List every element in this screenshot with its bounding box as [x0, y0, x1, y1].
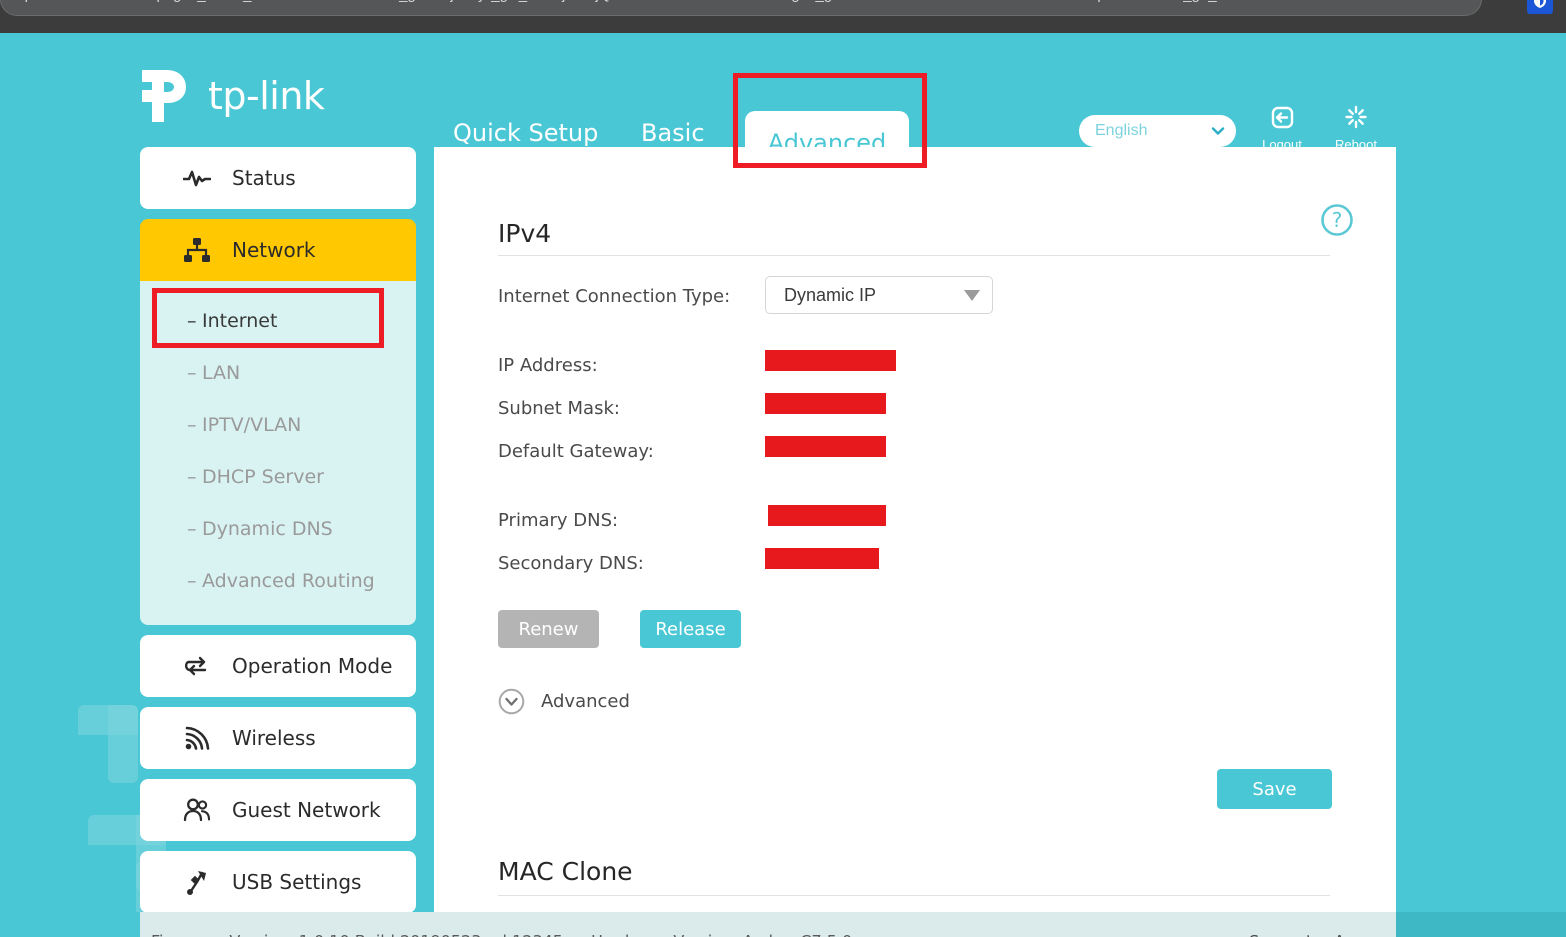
logout-icon — [1251, 105, 1313, 135]
sidebar-subitem-dynamic-dns[interactable]: – Dynamic DNS — [140, 503, 416, 555]
svg-text:?: ? — [1332, 208, 1343, 232]
sidebar-item-label: Wireless — [232, 726, 316, 750]
support-link[interactable]: Support — [1249, 932, 1312, 937]
people-icon — [182, 795, 212, 825]
app-link[interactable]: App — [1334, 932, 1365, 937]
ip-address-label: IP Address: — [498, 355, 598, 376]
sidebar-subitem-label: LAN — [202, 362, 241, 384]
firmware-version: Firmware Version: 1.0.10 Build 20190523 … — [151, 932, 563, 937]
connection-type-label: Internet Connection Type: — [498, 286, 731, 307]
reboot-icon — [1325, 105, 1387, 135]
sidebar-item-wireless[interactable]: Wireless — [140, 707, 416, 769]
sidebar-subitem-lan[interactable]: – LAN — [140, 347, 416, 399]
tp-link-logo: tp-link — [140, 68, 370, 128]
section-title-mac-clone: MAC Clone — [498, 857, 633, 886]
dash-marker: – — [187, 570, 197, 592]
secondary-dns-value-redacted — [765, 548, 879, 569]
connection-type-select[interactable]: Dynamic IP — [765, 276, 993, 314]
chevron-down-icon — [1210, 123, 1226, 139]
section-title-ipv4: IPv4 — [498, 219, 552, 248]
chevron-down-circle-icon — [498, 688, 525, 715]
help-circle-icon[interactable]: ? — [1320, 203, 1354, 237]
sidebar-subitem-label: Dynamic DNS — [202, 518, 333, 540]
browser-chrome: http://192.168.1.1/webpages_C7V5_2022041… — [0, 0, 1566, 33]
tab-quick-setup[interactable]: Quick Setup — [453, 119, 598, 147]
app-header: tp-link Quick Setup Basic Advanced Engli… — [0, 33, 1566, 175]
network-topology-icon — [182, 235, 212, 265]
footer-right-accent — [1396, 912, 1566, 937]
sidebar-subitem-internet[interactable]: – Internet — [140, 295, 416, 347]
sidebar-item-label: Operation Mode — [232, 654, 393, 678]
content-panel: ? IPv4 Internet Connection Type: Dynamic… — [434, 147, 1396, 912]
renew-button[interactable]: Renew — [498, 610, 599, 648]
language-select-value: English — [1095, 122, 1148, 139]
connection-type-value: Dynamic IP — [784, 284, 877, 305]
language-select[interactable]: English — [1079, 115, 1236, 147]
sidebar-item-usb-settings[interactable]: USB Settings — [140, 851, 416, 913]
swap-arrows-icon — [182, 651, 212, 681]
reboot-button[interactable]: Reboot — [1325, 105, 1387, 152]
tp-link-mark-icon — [142, 70, 186, 122]
sidebar-item-guest-network[interactable]: Guest Network — [140, 779, 416, 841]
dash-marker: – — [187, 518, 197, 540]
sidebar: Status Network – Internet – LAN – IPTV/V… — [140, 147, 416, 937]
primary-dns-value-redacted — [768, 505, 886, 526]
sidebar-item-network[interactable]: Network — [140, 219, 416, 281]
dash-marker: – — [187, 310, 197, 332]
app-footer: Firmware Version: 1.0.10 Build 20190523 … — [0, 912, 1566, 937]
network-submenu: – Internet – LAN – IPTV/VLAN – DHCP Serv… — [140, 281, 416, 625]
wifi-icon — [182, 723, 212, 753]
sidebar-subitem-advanced-routing[interactable]: – Advanced Routing — [140, 555, 416, 607]
footer-left-accent — [0, 912, 140, 937]
dash-marker: – — [187, 466, 197, 488]
sidebar-subitem-label: DHCP Server — [202, 466, 324, 488]
sidebar-subitem-label: Advanced Routing — [202, 570, 375, 592]
router-admin-app: tp-link Quick Setup Basic Advanced Engli… — [0, 33, 1566, 937]
sidebar-item-label: Status — [232, 166, 296, 190]
sidebar-item-status[interactable]: Status — [140, 147, 416, 209]
logout-button[interactable]: Logout — [1251, 105, 1313, 152]
default-gateway-value-redacted — [765, 436, 886, 457]
default-gateway-label: Default Gateway: — [498, 441, 654, 462]
section-divider — [498, 895, 1330, 896]
hardware-version: Hardware Version: Archer C7 5.0 — [591, 932, 852, 937]
subnet-mask-value-redacted — [765, 393, 886, 414]
sidebar-subitem-iptv-vlan[interactable]: – IPTV/VLAN — [140, 399, 416, 451]
triangle-down-icon — [964, 289, 980, 301]
sidebar-item-label: USB Settings — [232, 870, 362, 894]
save-button[interactable]: Save — [1217, 769, 1332, 809]
primary-dns-label: Primary DNS: — [498, 510, 619, 531]
usb-icon — [182, 867, 212, 897]
pulse-icon — [182, 163, 212, 193]
sidebar-subitem-dhcp-server[interactable]: – DHCP Server — [140, 451, 416, 503]
advanced-expander-label: Advanced — [541, 691, 630, 712]
subnet-mask-label: Subnet Mask: — [498, 398, 620, 419]
tab-basic[interactable]: Basic — [641, 119, 705, 147]
release-button[interactable]: Release — [640, 610, 741, 648]
sidebar-subitem-label: Internet — [202, 310, 278, 332]
ip-address-value-redacted — [765, 350, 896, 371]
screen-root: http://192.168.1.1/webpages_C7V5_2022041… — [0, 0, 1566, 937]
section-divider — [498, 255, 1330, 256]
tp-link-wordmark: tp-link — [208, 74, 325, 118]
dash-marker: – — [187, 362, 197, 384]
sidebar-subitem-label: IPTV/VLAN — [202, 414, 302, 436]
deco-shape — [108, 705, 138, 783]
secondary-dns-label: Secondary DNS: — [498, 553, 644, 574]
sidebar-item-operation-mode[interactable]: Operation Mode — [140, 635, 416, 697]
sidebar-item-label: Guest Network — [232, 798, 381, 822]
shield-icon[interactable] — [1527, 0, 1553, 14]
address-bar-url[interactable]: http://192.168.1.1/webpages_C7V5_2022041… — [8, 0, 1468, 6]
sidebar-item-label: Network — [232, 238, 316, 262]
advanced-expander[interactable]: Advanced — [498, 688, 630, 715]
dash-marker: – — [187, 414, 197, 436]
